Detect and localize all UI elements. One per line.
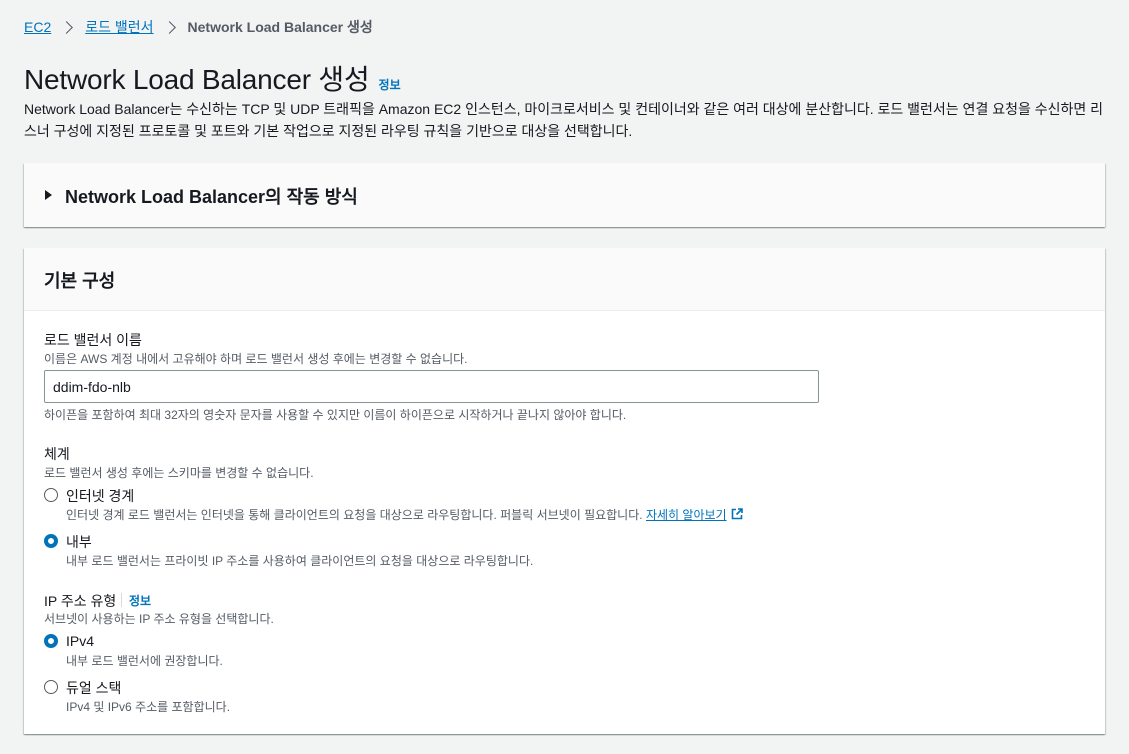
lb-name-description: 이름은 AWS 계정 내에서 고유해야 하며 로드 밸런서 생성 후에는 변경할… bbox=[44, 352, 468, 366]
panel-header: 기본 구성 bbox=[24, 248, 1105, 311]
panel-title: 기본 구성 bbox=[44, 271, 116, 291]
chevron-right-icon bbox=[162, 20, 176, 34]
caret-right-icon bbox=[45, 190, 52, 200]
scheme-internal-radio[interactable] bbox=[44, 534, 58, 548]
ip-type-description: 서브넷이 사용하는 IP 주소 유형을 선택합니다. bbox=[44, 612, 274, 626]
chevron-right-icon bbox=[60, 20, 74, 34]
scheme-internet-facing-text: 인터넷 경계 로드 밸런서는 인터넷을 통해 클라이언트의 요청을 대상으로 라… bbox=[66, 508, 643, 522]
scheme-internal-description: 내부 로드 밸런서는 프라이빗 IP 주소를 사용하여 클라이언트의 요청을 대… bbox=[66, 554, 534, 568]
ip-type-label: IP 주소 유형 bbox=[44, 593, 117, 609]
scheme-internet-facing-description: 인터넷 경계 로드 밸런서는 인터넷을 통해 클라이언트의 요청을 대상으로 라… bbox=[66, 506, 743, 523]
page-title: Network Load Balancer 생성 bbox=[24, 64, 370, 95]
ip-type-dualstack-radio[interactable] bbox=[44, 680, 58, 694]
lb-name-constraint: 하이픈을 포함하여 최대 32자의 영숫자 문자를 사용할 수 있지만 이름이 … bbox=[44, 408, 627, 422]
page-info-link[interactable]: 정보 bbox=[379, 76, 401, 93]
scheme-internet-facing-radio[interactable] bbox=[44, 488, 58, 502]
lb-name-input[interactable] bbox=[44, 370, 819, 403]
ip-type-ipv4-radio[interactable] bbox=[44, 634, 58, 648]
scheme-internal-label[interactable]: 내부 bbox=[66, 532, 92, 552]
ip-type-ipv4-description: 내부 로드 밸런서에 권장합니다. bbox=[66, 654, 223, 668]
breadcrumb-ec2-link[interactable]: EC2 bbox=[24, 19, 51, 35]
scheme-description: 로드 밸런서 생성 후에는 스키마를 변경할 수 없습니다. bbox=[44, 466, 314, 480]
ip-type-dualstack-description: IPv4 및 IPv6 주소를 포함합니다. bbox=[66, 700, 231, 714]
breadcrumb: EC2 로드 밸런서 Network Load Balancer 생성 bbox=[24, 17, 373, 37]
scheme-label: 체계 bbox=[44, 446, 70, 462]
expander-label: Network Load Balancer의 작동 방식 bbox=[65, 187, 358, 207]
ip-type-dualstack-label[interactable]: 듀얼 스택 bbox=[66, 678, 121, 698]
ip-type-ipv4-label[interactable]: IPv4 bbox=[66, 633, 94, 649]
page-header: Network Load Balancer 생성 정보 bbox=[24, 58, 401, 98]
learn-more-link[interactable]: 자세히 알아보기 bbox=[646, 508, 727, 522]
external-link-icon[interactable] bbox=[731, 508, 743, 520]
breadcrumb-current: Network Load Balancer 생성 bbox=[187, 19, 373, 35]
basic-configuration-panel: 기본 구성 로드 밸런서 이름 이름은 AWS 계정 내에서 고유해야 하며 로… bbox=[24, 248, 1105, 734]
breadcrumb-load-balancers-link[interactable]: 로드 밸런서 bbox=[85, 17, 153, 37]
how-it-works-expander[interactable]: Network Load Balancer의 작동 방식 bbox=[24, 163, 1105, 227]
lb-name-label: 로드 밸런서 이름 bbox=[44, 332, 142, 348]
label-divider bbox=[121, 593, 122, 607]
page-description: Network Load Balancer는 수신하는 TCP 및 UDP 트래… bbox=[24, 101, 1104, 139]
ip-type-info-link[interactable]: 정보 bbox=[129, 592, 151, 609]
scheme-internet-facing-label[interactable]: 인터넷 경계 bbox=[66, 486, 134, 506]
